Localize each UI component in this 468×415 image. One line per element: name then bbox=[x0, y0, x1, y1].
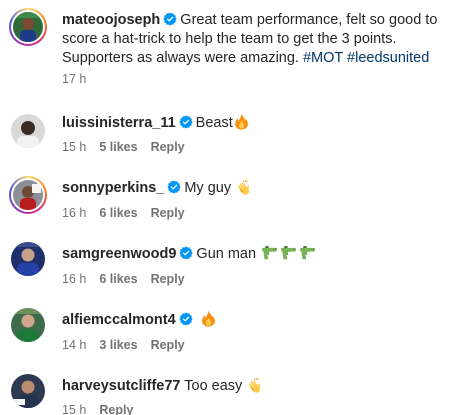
clap-emoji-icon bbox=[246, 376, 263, 393]
comment-username[interactable]: luissinisterra_11 bbox=[62, 115, 176, 131]
comment-username[interactable]: samgreenwood9 bbox=[62, 246, 176, 262]
comment-row: alfiemccalmont4 14 h 3 likes Reply bbox=[0, 304, 468, 360]
comment-likes[interactable]: 6 likes bbox=[99, 206, 137, 220]
post-time: 17 h bbox=[62, 72, 87, 86]
water-pistol-emoji-icon bbox=[260, 244, 279, 261]
reply-button[interactable]: Reply bbox=[151, 272, 185, 286]
clap-emoji-icon bbox=[235, 178, 252, 195]
reply-button[interactable]: Reply bbox=[151, 338, 185, 352]
comment-username[interactable]: alfiemccalmont4 bbox=[62, 312, 176, 328]
post-username[interactable]: mateoojoseph bbox=[62, 12, 160, 28]
comment-text: alfiemccalmont4 bbox=[62, 310, 217, 330]
verified-badge-icon bbox=[179, 246, 193, 260]
comment-likes[interactable]: 5 likes bbox=[99, 140, 137, 154]
avatar[interactable] bbox=[11, 242, 45, 276]
comment-username[interactable]: harveysutcliffe77 bbox=[62, 378, 180, 394]
verified-badge-icon bbox=[163, 12, 177, 26]
story-ring[interactable] bbox=[9, 8, 47, 46]
water-pistol-emoji-icon bbox=[298, 244, 317, 261]
comment-time: 16 h bbox=[62, 272, 87, 286]
comment-text: harveysutcliffe77 Too easy bbox=[62, 376, 263, 396]
comment-time: 16 h bbox=[62, 206, 87, 220]
fire-emoji-icon bbox=[200, 310, 217, 327]
comment-likes[interactable]: 6 likes bbox=[99, 272, 137, 286]
comment-row: sonnyperkins_ My guy 16 h 6 likes Reply bbox=[0, 172, 468, 228]
comment-row: harveysutcliffe77 Too easy 15 h Reply bbox=[0, 370, 468, 415]
reply-button[interactable]: Reply bbox=[99, 403, 133, 415]
story-ring[interactable] bbox=[9, 176, 47, 214]
comment-body: My guy bbox=[184, 180, 232, 196]
comment-meta: 14 h 3 likes Reply bbox=[62, 337, 198, 353]
comment-row: luissinisterra_11 Beast 15 h 5 likes Reply bbox=[0, 108, 468, 164]
comment-meta: 15 h Reply bbox=[62, 402, 146, 415]
avatar[interactable] bbox=[13, 180, 43, 210]
avatar[interactable] bbox=[13, 12, 43, 42]
avatar[interactable] bbox=[11, 374, 45, 408]
avatar[interactable] bbox=[11, 308, 45, 342]
reply-button[interactable]: Reply bbox=[151, 206, 185, 220]
post-meta: 17 h bbox=[62, 71, 99, 87]
comment-body: Beast bbox=[195, 115, 233, 131]
comment-body: Gun man bbox=[196, 246, 257, 262]
comment-meta: 16 h 6 likes Reply bbox=[62, 205, 198, 221]
water-pistol-emoji-icon bbox=[279, 244, 298, 261]
verified-badge-icon bbox=[179, 115, 193, 129]
comment-text: luissinisterra_11 Beast bbox=[62, 113, 250, 133]
comment-meta: 15 h 5 likes Reply bbox=[62, 139, 198, 155]
comment-username[interactable]: sonnyperkins_ bbox=[62, 180, 164, 196]
comment-body: Too easy bbox=[184, 378, 243, 394]
comment-likes[interactable]: 3 likes bbox=[99, 338, 137, 352]
comment-time: 14 h bbox=[62, 338, 87, 352]
comment-meta: 16 h 6 likes Reply bbox=[62, 271, 198, 287]
hashtag-mot[interactable]: #MOT bbox=[303, 50, 343, 66]
fire-emoji-icon bbox=[233, 113, 250, 130]
comment-row: samgreenwood9 Gun man 16 h 6 likes Reply bbox=[0, 238, 468, 294]
comment-text: samgreenwood9 Gun man bbox=[62, 244, 317, 264]
verified-badge-icon bbox=[179, 312, 193, 326]
verified-badge-icon bbox=[167, 180, 181, 194]
comment-text: sonnyperkins_ My guy bbox=[62, 178, 252, 198]
hashtag-leedsunited[interactable]: #leedsunited bbox=[347, 50, 429, 66]
reply-button[interactable]: Reply bbox=[151, 140, 185, 154]
caption-text: mateoojoseph Great team performance, felt… bbox=[62, 11, 462, 68]
comment-time: 15 h bbox=[62, 140, 87, 154]
avatar[interactable] bbox=[11, 114, 45, 148]
comment-time: 15 h bbox=[62, 403, 87, 415]
